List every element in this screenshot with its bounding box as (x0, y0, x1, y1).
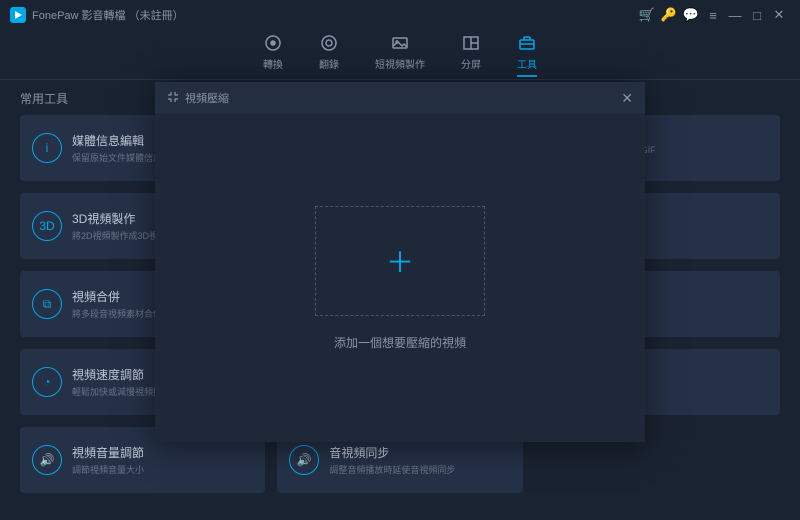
add-file-dropzone[interactable]: ＋ (315, 206, 485, 316)
modal-backdrop: 視頻壓縮 ✕ ＋ 添加一個想要壓縮的視頻 (0, 0, 800, 520)
plus-icon: ＋ (386, 241, 414, 281)
modal-body: ＋ 添加一個想要壓縮的視頻 (155, 114, 645, 442)
modal-title: 視頻壓縮 (185, 90, 229, 106)
modal-header: 視頻壓縮 ✕ (155, 82, 645, 114)
compress-icon (167, 91, 179, 106)
modal-close-button[interactable]: ✕ (621, 90, 633, 107)
video-compress-modal: 視頻壓縮 ✕ ＋ 添加一個想要壓縮的視頻 (155, 82, 645, 442)
dropzone-hint: 添加一個想要壓縮的視頻 (334, 334, 466, 351)
